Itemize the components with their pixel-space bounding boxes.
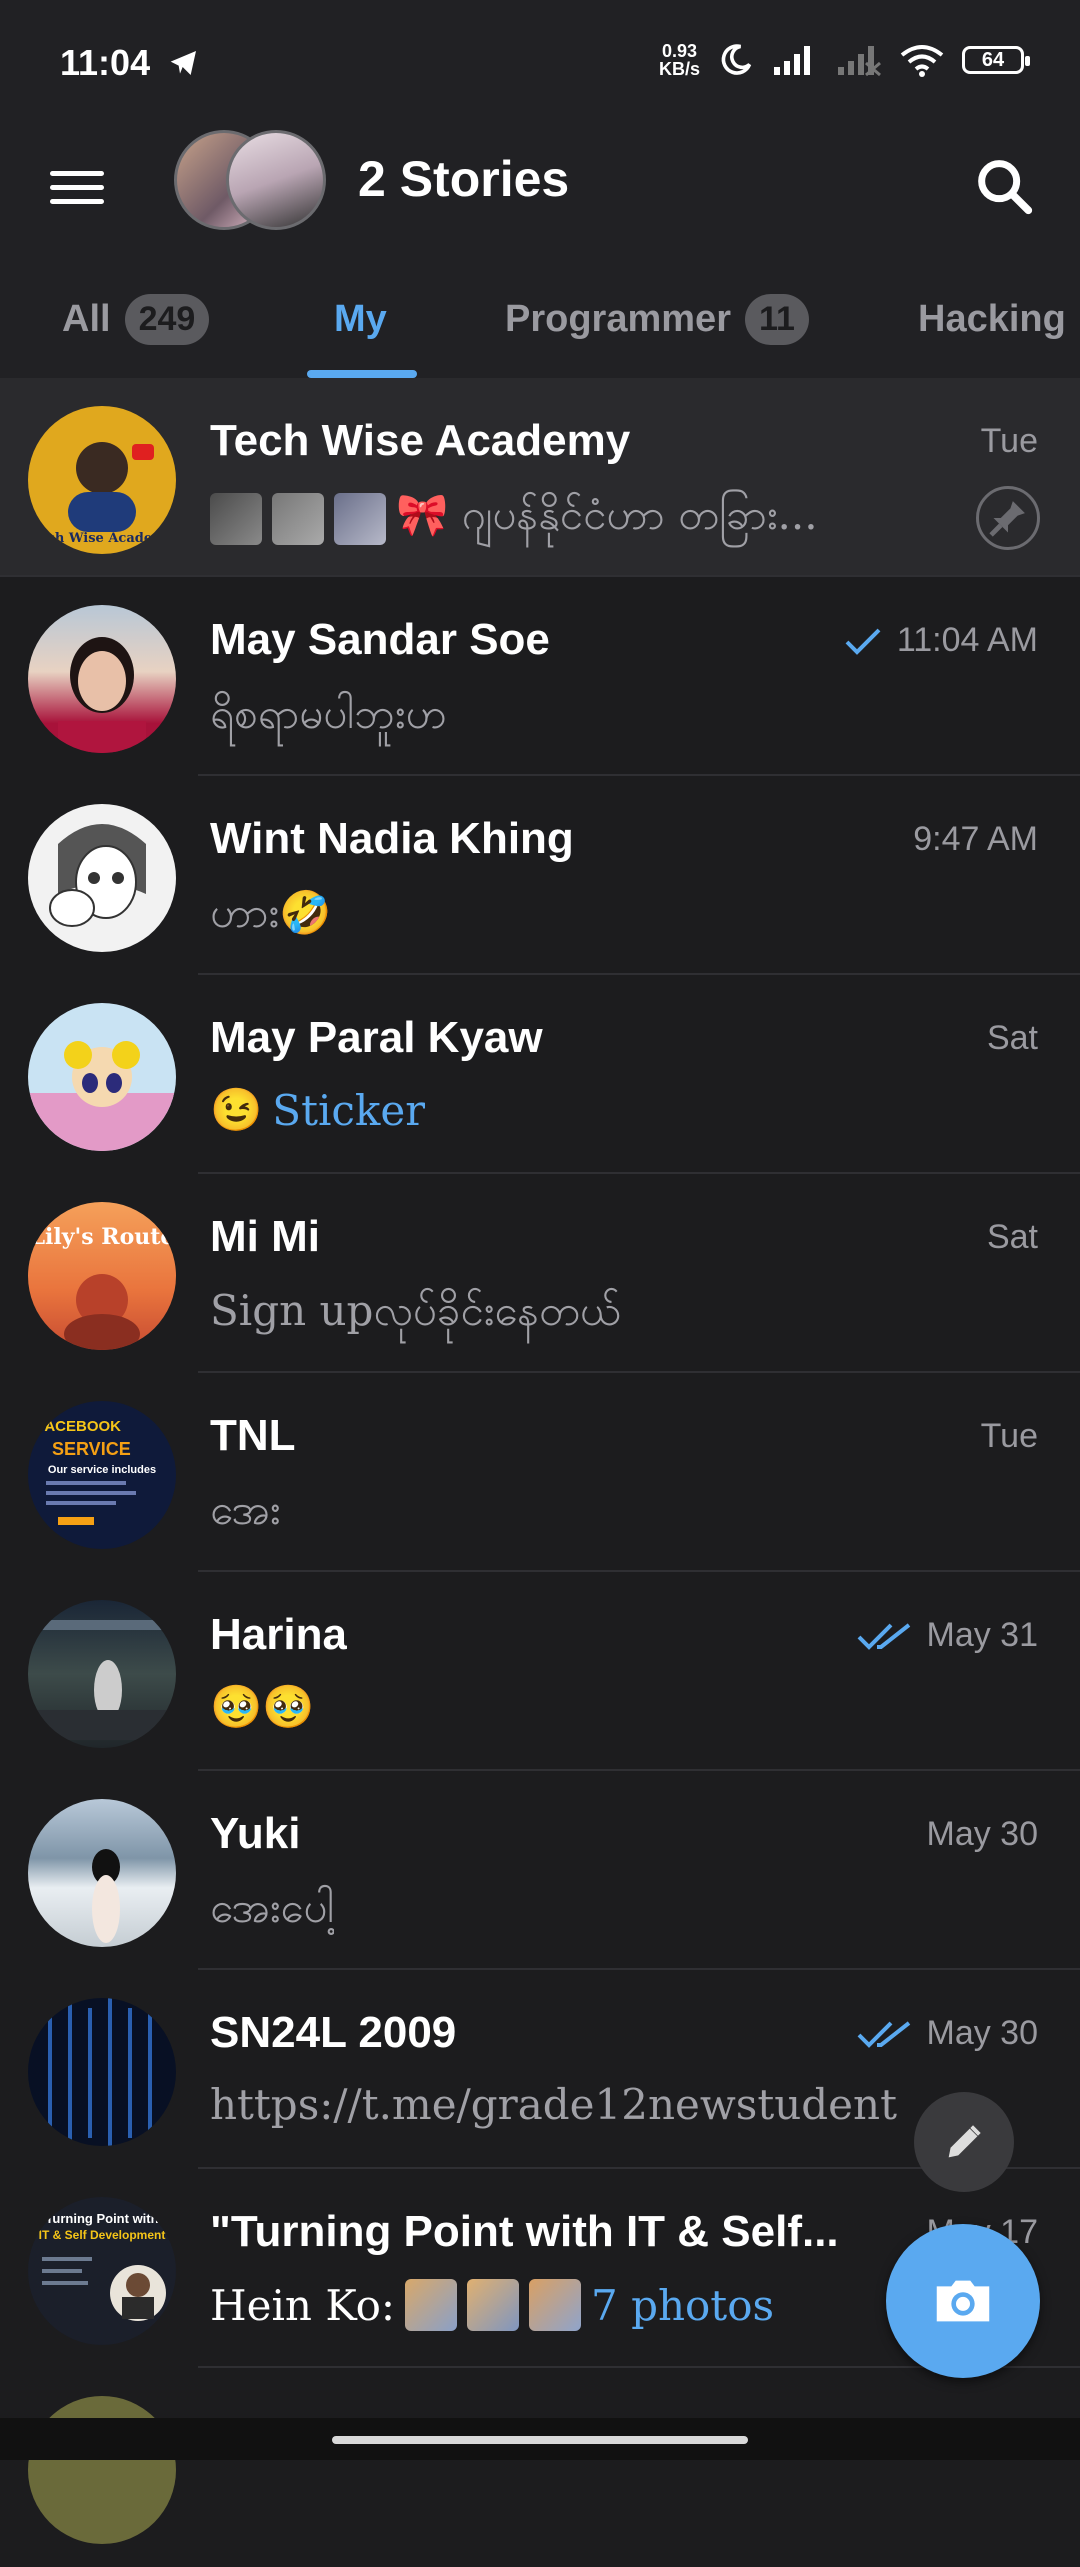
pin-icon xyxy=(976,486,1040,550)
chat-title: Yuki xyxy=(210,1809,301,1858)
signal-off-icon xyxy=(838,46,881,77)
chat-time: Tue xyxy=(980,422,1038,460)
media-thumbnail xyxy=(334,493,386,545)
stories-avatars[interactable] xyxy=(174,130,334,234)
unread-badge: 249 xyxy=(124,293,210,345)
pencil-icon xyxy=(948,2125,981,2158)
avatar xyxy=(28,1003,176,1151)
svg-text:SERVICE: SERVICE xyxy=(52,1439,131,1459)
chat-title: Harina xyxy=(210,1610,347,1659)
chat-time: May 31 xyxy=(857,1616,1038,1655)
app-header: 2 Stories xyxy=(0,130,1080,260)
avatar: FACEBOOK SERVICE Our service includes xyxy=(28,1401,176,1549)
home-gesture-handle[interactable] xyxy=(332,2436,748,2444)
avatar xyxy=(28,804,176,952)
chat-time: Tue xyxy=(980,1417,1038,1455)
chat-preview: https://t.me/grade12newstudent xyxy=(210,2080,897,2129)
chat-preview: 🥹🥹 xyxy=(210,1682,315,1731)
read-double-check-icon xyxy=(857,2020,910,2048)
tab-hacking[interactable]: Hacking xyxy=(918,260,1066,378)
chat-preview: 🎀 ဂျပန်နိုင်ငံဟာ တခြား... xyxy=(210,488,818,550)
chat-row[interactable] xyxy=(0,2368,1080,2567)
avatar xyxy=(28,1998,176,2146)
chat-title: Mi Mi xyxy=(210,1212,320,1261)
folder-tabs: All 249 My Programmer 11 Hacking xyxy=(0,260,1080,378)
chat-row[interactable]: Wint Nadia Khing 9:47 AM ဟား🤣 xyxy=(0,776,1080,975)
chat-time: May 30 xyxy=(926,1815,1039,1853)
status-time: 11:04 xyxy=(60,42,200,84)
chat-row[interactable]: Tech Wise Academy Tech Wise Academy Tue … xyxy=(0,378,1080,577)
chat-title: May Sandar Soe xyxy=(210,615,550,664)
chat-title: Wint Nadia Khing xyxy=(210,814,574,863)
media-thumbnail xyxy=(272,493,324,545)
chat-title: Tech Wise Academy xyxy=(210,416,631,465)
chat-row[interactable]: Lily's Route Mi Mi Sat Sign upလုပ်ခိုင်း… xyxy=(0,1174,1080,1373)
chat-preview: ရိစရာမပါဘူးဟ xyxy=(210,689,447,738)
media-thumbnail xyxy=(210,493,262,545)
tab-all[interactable]: All 249 xyxy=(62,260,210,378)
chat-time: 9:47 AM xyxy=(913,820,1038,858)
chat-preview: Sign upလုပ်ခိုင်းနေတယ် xyxy=(210,1286,621,1335)
wifi-icon xyxy=(900,45,944,77)
chat-time: Sat xyxy=(986,1218,1038,1256)
media-thumbnail xyxy=(467,2279,520,2331)
network-speed: 0.93 KB/s xyxy=(658,41,700,79)
sticker-label: Sticker xyxy=(272,1085,426,1135)
chat-preview: ဟား🤣 xyxy=(210,888,332,937)
chat-row[interactable]: May Sandar Soe 11:04 AM ရိစရာမပါဘူးဟ xyxy=(0,577,1080,776)
moon-icon xyxy=(721,44,752,75)
chat-title: May Paral Kyaw xyxy=(210,1013,543,1062)
clock: 11:04 xyxy=(60,42,151,83)
active-tab-indicator xyxy=(307,370,417,378)
chat-row[interactable]: Yuki May 30 အေးပေါ့ xyxy=(0,1771,1080,1970)
chat-title: "Turning Point with IT & Self... xyxy=(210,2207,839,2256)
media-thumbnail xyxy=(405,2279,458,2331)
telegram-icon xyxy=(170,51,197,75)
svg-text:Our service includes: Our service includes xyxy=(48,1464,156,1476)
read-double-check-icon xyxy=(857,1622,910,1650)
compose-button[interactable] xyxy=(914,2092,1014,2192)
chat-row[interactable]: FACEBOOK SERVICE Our service includes TN… xyxy=(0,1373,1080,1572)
chat-title: SN24L 2009 xyxy=(210,2008,457,2057)
chat-row[interactable]: Harina May 31 🥹🥹 xyxy=(0,1572,1080,1771)
photos-label: 7 photos xyxy=(591,2280,775,2330)
avatar xyxy=(28,1600,176,1748)
unread-badge: 11 xyxy=(744,293,809,345)
svg-text:FACEBOOK: FACEBOOK xyxy=(36,1418,121,1435)
avatar: Turning Point with IT & Self Development xyxy=(28,2197,176,2345)
avatar: Lily's Route xyxy=(28,1202,176,1350)
tab-programmer[interactable]: Programmer 11 xyxy=(505,260,809,378)
story-avatar[interactable] xyxy=(226,130,326,230)
chat-time: 11:04 AM xyxy=(843,621,1038,660)
avatar: Tech Wise Academy xyxy=(28,406,176,554)
search-icon[interactable] xyxy=(970,152,1040,222)
svg-text:IT & Self Development: IT & Self Development xyxy=(39,2228,166,2242)
svg-text:Lily's Route: Lily's Route xyxy=(30,1224,175,1250)
chat-time: May 30 xyxy=(857,2014,1038,2053)
chat-preview: အေး xyxy=(210,1485,281,1534)
chat-preview: Hein Ko: 7 photos xyxy=(210,2279,775,2331)
chat-preview: 😉 Sticker xyxy=(210,1085,426,1135)
svg-text:Tech Wise Academy: Tech Wise Academy xyxy=(31,531,174,546)
avatar xyxy=(28,605,176,753)
status-icons: 0.93 KB/s 64 xyxy=(658,41,1030,79)
chat-row[interactable]: May Paral Kyaw Sat 😉 Sticker xyxy=(0,975,1080,1174)
status-bar: 11:04 0.93 KB/s 64 xyxy=(0,0,1080,130)
avatar xyxy=(28,1799,176,1947)
avatar-image: Tech Wise Academy xyxy=(31,442,174,546)
camera-icon xyxy=(936,2280,990,2322)
chat-preview: အေးပေါ့ xyxy=(210,1883,335,1932)
menu-button[interactable] xyxy=(50,160,104,214)
camera-button[interactable] xyxy=(886,2224,1040,2378)
battery-indicator: 64 xyxy=(962,46,1030,74)
chat-title: TNL xyxy=(210,1411,296,1460)
chat-time: Sat xyxy=(986,1019,1038,1057)
page-title[interactable]: 2 Stories xyxy=(358,150,569,208)
tab-my[interactable]: My xyxy=(334,260,387,378)
media-thumbnail xyxy=(529,2279,582,2331)
sent-check-icon xyxy=(845,628,881,655)
menu-icon xyxy=(50,170,104,176)
signal-icon xyxy=(774,46,810,75)
svg-text:Turning Point with: Turning Point with xyxy=(45,2211,158,2226)
